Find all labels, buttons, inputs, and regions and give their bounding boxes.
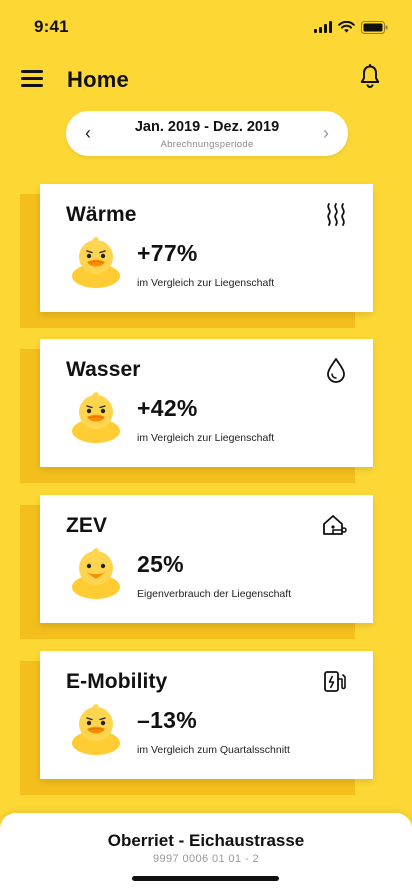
card-description: im Vergleich zur Liegenschaft — [137, 432, 275, 444]
card-title: Wasser — [66, 358, 141, 381]
period-label: Abrechnungsperiode — [160, 139, 254, 150]
sad-duck-icon — [68, 233, 124, 289]
card-value: 25% — [137, 551, 184, 577]
hamburger-menu-icon[interactable] — [21, 70, 43, 88]
happy-duck-icon — [68, 544, 124, 600]
billing-period-selector: ‹ Jan. 2019 - Dez. 2019 Abrechnungsperio… — [66, 111, 348, 156]
bell-icon[interactable] — [360, 63, 380, 93]
ev-charging-icon — [323, 669, 347, 700]
page-title: Home — [67, 67, 129, 92]
heat-icon — [325, 202, 347, 233]
card-value: +77% — [137, 240, 198, 266]
home-indicator — [132, 876, 279, 881]
card-description: Eigenverbrauch der Liegenschaft — [137, 588, 292, 600]
card-waerme[interactable]: Wärme +77% im Vergleich zur Liegenschaft — [40, 184, 373, 312]
status-time: 9:41 — [34, 17, 69, 36]
status-icons — [314, 20, 388, 34]
card-title: E-Mobility — [66, 670, 168, 693]
water-drop-icon — [325, 357, 347, 388]
card-title: Wärme — [66, 203, 137, 226]
sad-duck-icon — [68, 388, 124, 444]
card-e-mobility[interactable]: E-Mobility –13% im Vergleich zum Quartal… — [40, 651, 373, 779]
card-emobility-wrapper: E-Mobility –13% im Vergleich zum Quartal… — [0, 651, 412, 797]
sad-duck-icon — [68, 700, 124, 756]
wifi-icon — [338, 21, 355, 33]
card-value: +42% — [137, 395, 198, 421]
next-period-button[interactable]: › — [308, 111, 344, 156]
card-value: –13% — [137, 707, 198, 733]
period-range: Jan. 2019 - Dez. 2019 — [134, 119, 280, 135]
location-name: Oberriet - Eichaustrasse — [107, 831, 305, 850]
smart-home-icon — [321, 513, 347, 544]
cellular-signal-icon — [314, 21, 332, 33]
app-header: Home — [0, 62, 412, 98]
status-bar: 9:41 — [0, 0, 412, 54]
card-description: im Vergleich zum Quartalsschnitt — [137, 744, 290, 756]
card-zev-wrapper: ZEV 25% Eigenverbrauch der Liegenschaft — [0, 495, 412, 641]
card-title: ZEV — [66, 514, 108, 537]
card-wasser-wrapper: Wasser +42% im Vergleich zur Liegenschaf… — [0, 339, 412, 485]
card-waerme-wrapper: Wärme +77% im Vergleich zur Liegenschaft — [0, 184, 412, 330]
card-zev[interactable]: ZEV 25% Eigenverbrauch der Liegenschaft — [40, 495, 373, 623]
battery-icon — [361, 20, 388, 34]
card-description: im Vergleich zur Liegenschaft — [137, 277, 275, 289]
location-id: 9997 0006 01 01 - 2 — [152, 853, 260, 865]
card-wasser[interactable]: Wasser +42% im Vergleich zur Liegenschaf… — [40, 339, 373, 467]
